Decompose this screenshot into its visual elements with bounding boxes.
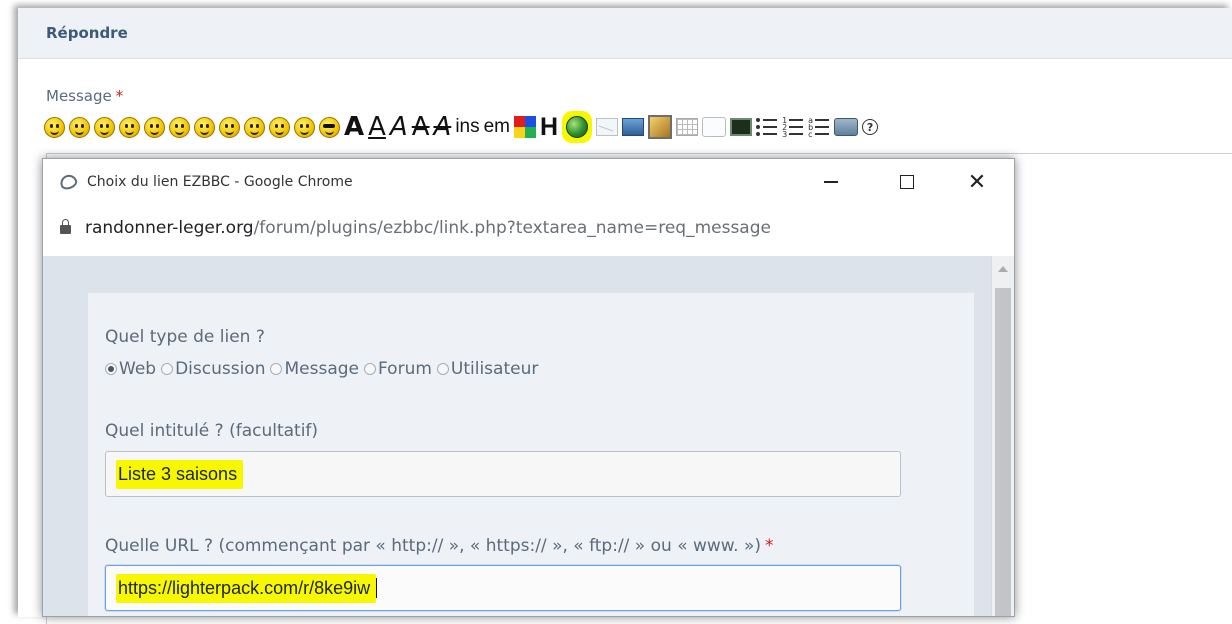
italic-button[interactable]: A — [390, 112, 408, 142]
radio-message-label: Message — [284, 359, 359, 379]
window-app-icon — [58, 172, 79, 192]
link-type-message[interactable]: Message — [270, 359, 359, 379]
scroll-thumb[interactable] — [995, 288, 1011, 616]
link-type-web[interactable]: Web — [105, 359, 156, 379]
video-icon[interactable] — [834, 118, 859, 136]
required-marker: * — [115, 87, 124, 105]
smiley-neutral-icon[interactable] — [69, 116, 90, 138]
address-url: randonner-leger.org/forum/plugins/ezbbc/… — [85, 218, 771, 238]
alpha-list-icon[interactable]: a b c — [808, 117, 830, 139]
color-picker-icon[interactable] — [514, 116, 537, 138]
radio-message[interactable] — [270, 363, 283, 375]
link-type-user[interactable]: Utilisateur — [436, 359, 539, 379]
smiley-smile-icon[interactable] — [44, 116, 65, 138]
link-type-label: Quel type de lien ? — [105, 327, 265, 347]
insert-button[interactable]: ins — [455, 112, 479, 142]
title-input[interactable]: Liste 3 saisons — [105, 451, 901, 497]
radio-forum[interactable] — [364, 363, 376, 375]
window-title: Choix du lien EZBBC - Google Chrome — [87, 174, 353, 190]
smiley-rolleyes-icon[interactable] — [294, 116, 315, 138]
popup-content: Quel type de lien ? Web Discussion Messa… — [43, 256, 1014, 616]
title-field-label: Quel intitulé ? (facultatif) — [105, 421, 319, 441]
code-icon[interactable] — [730, 118, 753, 136]
editor-toolbar: A A A A A ins em H 1 2 3 a b c ? — [44, 110, 1232, 144]
table-icon[interactable] — [676, 118, 699, 136]
link-button[interactable] — [562, 111, 593, 143]
radio-forum-label: Forum — [378, 359, 432, 379]
quote-icon[interactable] — [702, 117, 727, 137]
url-field-label-text: Quelle URL ? (commençant par « http:// »… — [105, 536, 761, 556]
radio-web-label: Web — [119, 359, 157, 379]
reply-header: Répondre — [18, 8, 1232, 59]
image-link-icon[interactable] — [622, 118, 645, 136]
emphasis-button[interactable]: em — [484, 112, 510, 142]
smiley-happy-icon[interactable] — [194, 116, 215, 138]
bullet-list-icon[interactable] — [756, 117, 778, 137]
message-label-text: Message — [46, 87, 112, 105]
link-type-discussion[interactable]: Discussion — [161, 359, 265, 379]
smiley-cool-icon[interactable] — [319, 116, 340, 138]
url-field-label: Quelle URL ? (commençant par « http:// »… — [105, 536, 774, 556]
radio-discussion-label: Discussion — [175, 359, 266, 379]
smiley-mad-icon[interactable] — [269, 116, 290, 138]
link-chooser-window: Choix du lien EZBBC - Google Chrome ✕ ra… — [42, 158, 1015, 617]
url-host: randonner-leger.org — [85, 218, 254, 238]
url-input[interactable]: https://lighterpack.com/r/8ke9iw — [105, 565, 901, 611]
title-input-value: Liste 3 saisons — [116, 459, 244, 489]
underline-button[interactable]: A — [368, 112, 386, 142]
url-required-marker: * — [765, 536, 774, 556]
radio-user-label: Utilisateur — [450, 359, 539, 379]
smiley-lol-icon[interactable] — [244, 116, 265, 138]
smiley-big-grin-icon[interactable] — [144, 116, 165, 138]
reply-title: Répondre — [46, 24, 128, 42]
email-icon[interactable] — [596, 118, 619, 136]
url-input-value: https://lighterpack.com/r/8ke9iw — [116, 573, 377, 603]
lock-icon — [60, 219, 71, 234]
url-path: /forum/plugins/ezbbc/link.php?textarea_n… — [253, 218, 771, 238]
minimize-button[interactable] — [811, 167, 851, 197]
radio-user[interactable] — [436, 363, 449, 375]
link-form: Quel type de lien ? Web Discussion Messa… — [88, 293, 974, 616]
message-label: Message * — [46, 87, 123, 105]
radio-web[interactable] — [105, 363, 117, 375]
smiley-tongue-icon[interactable] — [219, 116, 240, 138]
smiley-wink-icon[interactable] — [169, 116, 190, 138]
scroll-up-arrow-icon[interactable] — [998, 266, 1008, 272]
heading-button[interactable]: H — [540, 112, 558, 142]
numbered-list-icon[interactable]: 1 2 3 — [782, 117, 804, 139]
radio-discussion[interactable] — [161, 363, 174, 375]
globe-icon — [566, 116, 589, 138]
close-button[interactable]: ✕ — [957, 167, 997, 197]
address-bar[interactable]: randonner-leger.org/forum/plugins/ezbbc/… — [43, 206, 1014, 257]
help-icon[interactable]: ? — [862, 119, 879, 135]
popup-scrollbar[interactable] — [991, 256, 1014, 616]
bold-button[interactable]: A — [344, 112, 364, 142]
maximize-button[interactable] — [887, 167, 927, 197]
window-titlebar: Choix du lien EZBBC - Google Chrome ✕ — [43, 159, 1014, 206]
text-caret — [376, 578, 378, 598]
delete-button[interactable]: A — [434, 112, 452, 142]
link-type-forum[interactable]: Forum — [364, 359, 432, 379]
link-type-options: Web Discussion Message Forum Utilisateur — [105, 359, 543, 379]
smiley-surprised-icon[interactable] — [119, 116, 140, 138]
strikethrough-button[interactable]: A — [412, 112, 430, 142]
smiley-sad-icon[interactable] — [94, 116, 115, 138]
image-icon[interactable] — [648, 115, 673, 139]
